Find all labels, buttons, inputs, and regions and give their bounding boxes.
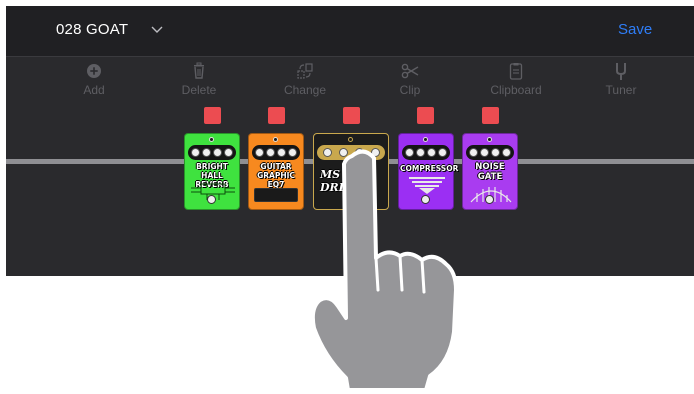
- pedal-noise-gate[interactable]: NOISE GATE: [462, 133, 518, 210]
- clipboard-label: Clipboard: [490, 83, 542, 97]
- clipboard-icon: [509, 63, 523, 80]
- add-button[interactable]: Add: [49, 62, 139, 97]
- pedal-title: MS 800 DRIVE: [320, 168, 367, 194]
- pedal-knobs: [252, 145, 300, 160]
- compressor-graphic-icon: [409, 177, 445, 194]
- eq-slider-panel: [254, 188, 298, 202]
- preset-name[interactable]: 028 GOAT: [56, 21, 128, 38]
- pedal-select-toggle[interactable]: [482, 107, 499, 124]
- chevron-down-icon[interactable]: [150, 23, 164, 35]
- pedal-knobs: [317, 145, 385, 160]
- pedal-knobs: [402, 145, 450, 160]
- pedal-compressor[interactable]: COMPRESSOR: [398, 133, 459, 210]
- tuner-button[interactable]: Tuner: [576, 62, 666, 97]
- tuner-label: Tuner: [605, 83, 637, 97]
- pedal-knobs: [188, 145, 236, 160]
- trash-icon: [194, 62, 204, 79]
- pedal-led: [487, 137, 492, 142]
- pedal-led: [348, 137, 353, 142]
- pedal-title: COMPRESSOR: [400, 164, 459, 173]
- pedal-title: GUITAR GRAPHIC EQ7: [257, 162, 295, 189]
- pedal-select-toggle[interactable]: [417, 107, 434, 124]
- pedal-select-toggle[interactable]: [268, 107, 285, 124]
- change-label: Change: [283, 83, 327, 97]
- change-button[interactable]: Change: [260, 62, 350, 97]
- delete-label: Delete: [181, 83, 217, 97]
- pedalboard-editor: 028 GOAT Save Add Delete Change Clip Cli…: [6, 6, 694, 276]
- pedal-bright-hall-reverb[interactable]: BRIGHT HALL REVERB: [184, 133, 240, 210]
- pedal-ms-800-drive[interactable]: MS 800 DRIVE: [313, 133, 389, 210]
- delete-button[interactable]: Delete: [154, 62, 244, 97]
- pedal-guitar-graphic-eq7[interactable]: GUITAR GRAPHIC EQ7: [248, 133, 304, 210]
- footswitch: [485, 195, 494, 204]
- pedal-select-toggle[interactable]: [343, 107, 360, 124]
- save-button[interactable]: Save: [618, 21, 652, 38]
- clip-button[interactable]: Clip: [365, 62, 455, 97]
- tuning-fork-icon: [616, 63, 626, 80]
- clip-label: Clip: [399, 83, 421, 97]
- top-bar: 028 GOAT Save: [6, 6, 694, 57]
- add-label: Add: [83, 83, 105, 97]
- add-circle-icon: [87, 64, 101, 78]
- pedal-led: [273, 137, 278, 142]
- pedal-led: [209, 137, 214, 142]
- scissors-icon: [401, 63, 419, 79]
- pedal-select-toggle[interactable]: [204, 107, 221, 124]
- change-icon: [297, 63, 313, 79]
- pedal-led: [423, 137, 428, 142]
- footswitch: [421, 195, 430, 204]
- footswitch: [207, 195, 216, 204]
- clipboard-button[interactable]: Clipboard: [471, 62, 561, 97]
- pedal-knobs: [466, 145, 514, 160]
